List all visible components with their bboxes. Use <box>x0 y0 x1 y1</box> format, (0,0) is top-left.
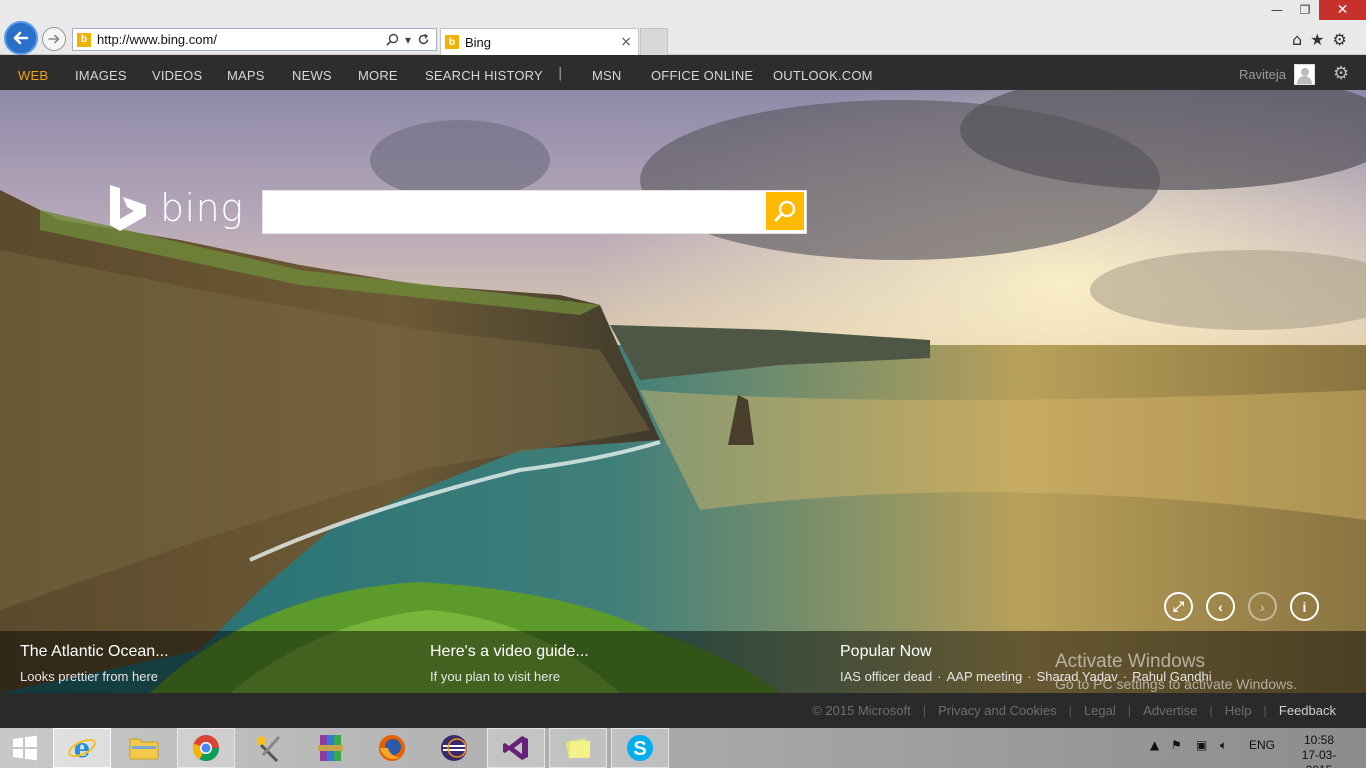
bing-b-logo-icon <box>110 185 146 231</box>
taskbar-chrome[interactable] <box>177 728 235 768</box>
sticky-notes-icon <box>565 738 590 759</box>
taskbar-winrar[interactable] <box>301 728 359 768</box>
minimize-button[interactable]: — <box>1263 0 1291 20</box>
advertise-link[interactable]: Advertise <box>1143 703 1197 718</box>
popular-now-title: Popular Now <box>840 643 932 660</box>
taskbar-file-explorer[interactable] <box>115 728 173 768</box>
tab-title: Bing <box>465 34 492 50</box>
input-language[interactable]: ENG <box>1249 738 1275 752</box>
clock-time: 10:58 <box>1303 733 1335 747</box>
privacy-link[interactable]: Privacy and Cookies <box>938 703 1057 718</box>
chrome-icon <box>192 735 220 762</box>
popular-item[interactable]: AAP meeting <box>947 669 1023 684</box>
refresh-icon[interactable] <box>417 33 430 46</box>
action-center-flag-icon[interactable]: ⚑ <box>1171 738 1182 752</box>
cliffs-of-moher-scene <box>0 90 1366 693</box>
folder-icon <box>129 738 159 760</box>
nav-videos[interactable]: VIDEOS <box>152 68 202 83</box>
eclipse-icon <box>441 735 467 761</box>
visual-studio-icon <box>503 736 528 760</box>
network-icon[interactable]: ▣ <box>1196 738 1207 752</box>
close-window-button[interactable]: ✕ <box>1319 0 1366 20</box>
arrow-right-icon <box>48 34 60 44</box>
previous-image-icon[interactable]: ‹ <box>1206 592 1235 621</box>
arrow-left-icon <box>13 31 29 45</box>
nav-search-history[interactable]: SEARCH HISTORY <box>425 68 543 83</box>
bing-footer: © 2015 Microsoft | Privacy and Cookies |… <box>0 693 1366 728</box>
bing-favicon-icon: b <box>445 35 459 49</box>
taskbar-firefox[interactable] <box>363 728 421 768</box>
search-input[interactable] <box>262 190 807 234</box>
taskbar-visual-studio[interactable] <box>487 728 545 768</box>
tools-icon <box>257 736 281 763</box>
restore-button[interactable]: ❐ <box>1291 0 1319 20</box>
forward-button[interactable] <box>42 27 66 51</box>
card1-subtitle[interactable]: Looks prettier from here <box>20 669 158 684</box>
dropdown-icon[interactable]: ▾ <box>405 33 411 47</box>
tools-gear-icon[interactable]: ⚙ <box>1333 30 1347 49</box>
bing-wordmark: bing <box>160 186 244 230</box>
user-name[interactable]: Raviteja <box>1239 67 1286 82</box>
copyright: © 2015 Microsoft <box>812 703 911 718</box>
help-link[interactable]: Help <box>1225 703 1252 718</box>
home-icon[interactable]: ⌂ <box>1292 30 1302 49</box>
clock-date: 17-03-2015 <box>1301 748 1337 768</box>
bing-logo[interactable]: bing <box>108 183 244 233</box>
address-bar[interactable]: b http://www.bing.com/ ▾ <box>72 28 437 51</box>
windows-logo-icon <box>13 735 37 761</box>
firefox-icon <box>379 735 405 761</box>
close-tab-icon[interactable]: × <box>620 34 632 50</box>
search-icon <box>774 200 796 222</box>
user-avatar-icon[interactable] <box>1294 64 1315 85</box>
taskbar-skype[interactable]: S <box>611 728 669 768</box>
svg-text:S: S <box>633 738 646 760</box>
nav-more[interactable]: MORE <box>358 68 398 83</box>
popular-item[interactable]: IAS officer dead <box>840 669 932 684</box>
legal-link[interactable]: Legal <box>1084 703 1116 718</box>
internet-explorer-icon: e <box>68 734 96 763</box>
card2-title[interactable]: Here's a video guide... <box>430 643 589 661</box>
favorites-star-icon[interactable]: ★ <box>1310 30 1324 49</box>
address-url[interactable]: http://www.bing.com/ <box>97 32 386 47</box>
nav-maps[interactable]: MAPS <box>227 68 265 83</box>
back-button[interactable] <box>4 21 38 55</box>
nav-images[interactable]: IMAGES <box>75 68 127 83</box>
nav-news[interactable]: NEWS <box>292 68 332 83</box>
bing-favicon-icon: b <box>77 32 91 47</box>
skype-icon: S <box>627 735 653 761</box>
nav-office-online[interactable]: OFFICE ONLINE <box>651 68 753 83</box>
homepage-background-image <box>0 90 1366 693</box>
nav-msn[interactable]: MSN <box>592 68 622 83</box>
fullscreen-icon[interactable]: ⤢ <box>1164 592 1193 621</box>
info-icon[interactable]: i <box>1290 592 1319 621</box>
show-hidden-icons-icon[interactable]: ▲ <box>1150 738 1159 752</box>
svg-text:e: e <box>74 734 91 763</box>
nav-web[interactable]: WEB <box>18 68 48 83</box>
next-image-icon[interactable]: › <box>1248 592 1277 621</box>
winrar-icon <box>318 735 343 761</box>
feedback-link[interactable]: Feedback <box>1279 703 1336 718</box>
start-button[interactable] <box>0 728 50 768</box>
card1-title[interactable]: The Atlantic Ocean... <box>20 643 169 661</box>
nav-separator: | <box>558 66 563 81</box>
system-clock[interactable]: 10:58 17-03-2015 <box>1289 733 1349 768</box>
taskbar-tools[interactable] <box>239 728 297 768</box>
volume-icon[interactable]: 🔈︎ <box>1220 738 1227 753</box>
nav-outlook[interactable]: OUTLOOK.COM <box>773 68 873 83</box>
browser-tab[interactable]: b Bing × <box>440 28 639 55</box>
taskbar-eclipse[interactable] <box>425 728 483 768</box>
browser-chrome: b http://www.bing.com/ ▾ b Bing × — ❐ ✕ … <box>0 0 1366 55</box>
bing-top-nav: WEB IMAGES VIDEOS MAPS NEWS MORE SEARCH … <box>0 55 1366 90</box>
windows-taskbar: e S ▲ ⚑ ▣ 🔈︎ ENG 10:58 17-03- <box>0 728 1366 768</box>
taskbar-internet-explorer[interactable]: e <box>53 728 111 768</box>
search-icon[interactable] <box>386 33 399 46</box>
search-button[interactable] <box>766 192 804 230</box>
activate-windows-hint: Go to PC settings to activate Windows. <box>1055 676 1297 692</box>
new-tab-button[interactable] <box>640 28 668 55</box>
taskbar-sticky-notes[interactable] <box>549 728 607 768</box>
activate-windows-watermark: Activate Windows <box>1055 651 1205 672</box>
card2-subtitle[interactable]: If you plan to visit here <box>430 669 560 684</box>
settings-gear-icon[interactable]: ⚙ <box>1333 63 1349 84</box>
